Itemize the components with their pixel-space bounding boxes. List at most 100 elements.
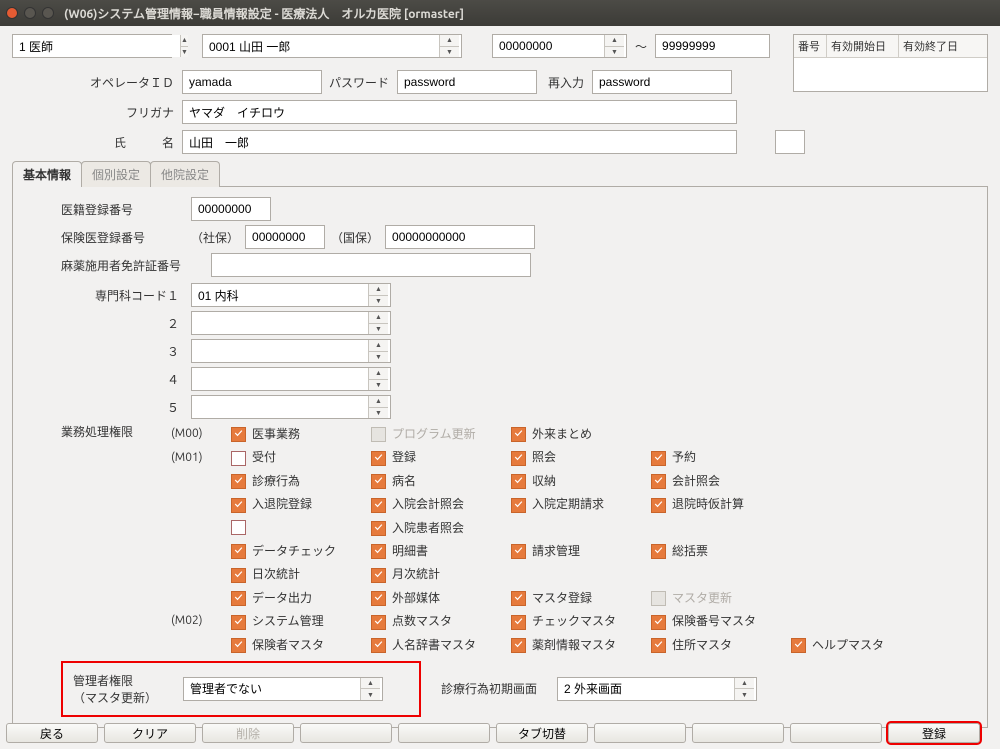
close-icon[interactable] bbox=[6, 7, 18, 19]
dept4-label: ４ bbox=[61, 371, 191, 388]
cb-byomei[interactable] bbox=[371, 474, 386, 489]
admin-l2: （マスタ更新） bbox=[73, 689, 183, 706]
admin-l1: 管理者権限 bbox=[73, 672, 183, 689]
tab-basic[interactable]: 基本情報 bbox=[12, 161, 82, 187]
cb-datacheck[interactable] bbox=[231, 544, 246, 559]
cb-gairai[interactable] bbox=[511, 427, 526, 442]
b8[interactable] bbox=[692, 723, 784, 743]
back-button[interactable]: 戻る bbox=[6, 723, 98, 743]
cb-getuji[interactable] bbox=[371, 568, 386, 583]
col-no: 番号 bbox=[794, 35, 827, 57]
minimize-icon[interactable] bbox=[24, 7, 36, 19]
perm-grid: (M00) 医事業務 プログラム更新 外来まとめ (M01) 受付 登録 照会 … bbox=[171, 425, 931, 653]
date-from-input[interactable] bbox=[493, 35, 604, 57]
cb-yoyaku[interactable] bbox=[651, 451, 666, 466]
admin-select[interactable]: ▲▼ bbox=[183, 677, 383, 701]
register-button[interactable]: 登録 bbox=[888, 723, 980, 743]
cb-shuno[interactable] bbox=[511, 474, 526, 489]
role-input[interactable] bbox=[13, 35, 180, 57]
cb-syskanri[interactable] bbox=[231, 615, 246, 630]
tab-switch-button[interactable]: タブ切替 bbox=[496, 723, 588, 743]
koku-label: （国保） bbox=[331, 229, 379, 246]
up-icon[interactable]: ▲ bbox=[440, 35, 459, 46]
history-list[interactable]: 番号 有効開始日 有効終了日 bbox=[793, 34, 988, 92]
kana-input[interactable] bbox=[182, 100, 737, 124]
cb-jinmei[interactable] bbox=[371, 638, 386, 653]
maximize-icon[interactable] bbox=[42, 7, 54, 19]
cb-nyutai[interactable] bbox=[231, 498, 246, 513]
name-input[interactable] bbox=[182, 130, 737, 154]
staff-input[interactable] bbox=[203, 35, 439, 57]
up-icon[interactable]: ▲ bbox=[605, 35, 624, 46]
cb-soukatsu[interactable] bbox=[651, 544, 666, 559]
cb-hokenban[interactable] bbox=[651, 615, 666, 630]
dept1-label: 専門科コード１ bbox=[61, 287, 191, 304]
name-label: 氏 名 bbox=[72, 134, 182, 151]
m01-label: (M01) bbox=[171, 451, 231, 464]
pw-input[interactable] bbox=[397, 70, 537, 94]
admin-input[interactable] bbox=[184, 678, 360, 700]
dept5-select[interactable]: ▲▼ bbox=[191, 395, 391, 419]
opid-label: オペレータＩＤ bbox=[72, 74, 182, 91]
dept4-select[interactable]: ▲▼ bbox=[191, 367, 391, 391]
delete-button: 削除 bbox=[202, 723, 294, 743]
cb-hokensha[interactable] bbox=[231, 638, 246, 653]
cb-meisai[interactable] bbox=[371, 544, 386, 559]
cb-shinryo[interactable] bbox=[231, 474, 246, 489]
init-select[interactable]: ▲▼ bbox=[557, 677, 757, 701]
tab-tain[interactable]: 他院設定 bbox=[150, 161, 220, 187]
staff-select[interactable]: ▲▼ bbox=[202, 34, 462, 58]
sha-input[interactable] bbox=[245, 225, 325, 249]
cb-touroku[interactable] bbox=[371, 451, 386, 466]
cb-taikari[interactable] bbox=[651, 498, 666, 513]
clear-button[interactable]: クリア bbox=[104, 723, 196, 743]
down-icon[interactable]: ▼ bbox=[181, 46, 188, 58]
iseki-input[interactable] bbox=[191, 197, 271, 221]
b7[interactable] bbox=[594, 723, 686, 743]
cb-blank[interactable] bbox=[231, 520, 246, 535]
down-icon[interactable]: ▼ bbox=[440, 46, 459, 58]
tabs: 基本情報 個別設定 他院設定 bbox=[12, 160, 988, 187]
m02-label: (M02) bbox=[171, 614, 231, 627]
b4[interactable] bbox=[300, 723, 392, 743]
pw2-input[interactable] bbox=[592, 70, 732, 94]
cb-tensu[interactable] bbox=[371, 615, 386, 630]
b5[interactable] bbox=[398, 723, 490, 743]
date-from[interactable]: ▲▼ bbox=[492, 34, 627, 58]
mayaku-input[interactable] bbox=[211, 253, 531, 277]
dept2-select[interactable]: ▲▼ bbox=[191, 311, 391, 335]
cb-shokai[interactable] bbox=[511, 451, 526, 466]
cb-check[interactable] bbox=[511, 615, 526, 630]
cb-gaibu[interactable] bbox=[371, 591, 386, 606]
dept1-select[interactable]: ▲▼ bbox=[191, 283, 391, 307]
up-icon[interactable]: ▲ bbox=[181, 35, 188, 46]
koku-input[interactable] bbox=[385, 225, 535, 249]
role-select[interactable]: ▲▼ bbox=[12, 34, 172, 58]
cb-jusho[interactable] bbox=[651, 638, 666, 653]
cb-prog bbox=[371, 427, 386, 442]
cb-uketsuke[interactable] bbox=[231, 451, 246, 466]
m00-label: (M00) bbox=[171, 427, 231, 440]
dept3-label: ３ bbox=[61, 343, 191, 360]
cb-nyukaikei[interactable] bbox=[371, 498, 386, 513]
cb-kaikei[interactable] bbox=[651, 474, 666, 489]
b9[interactable] bbox=[790, 723, 882, 743]
down-icon[interactable]: ▼ bbox=[605, 46, 624, 58]
cb-nyuteiki[interactable] bbox=[511, 498, 526, 513]
cb-nyukanja[interactable] bbox=[371, 521, 386, 536]
dept3-select[interactable]: ▲▼ bbox=[191, 339, 391, 363]
tab-kobetsu[interactable]: 個別設定 bbox=[81, 161, 151, 187]
cb-iji[interactable] bbox=[231, 427, 246, 442]
bottom-bar: 戻る クリア 削除 タブ切替 登録 bbox=[6, 723, 994, 743]
cb-help[interactable] bbox=[791, 638, 806, 653]
cb-seikyu[interactable] bbox=[511, 544, 526, 559]
date-to-input[interactable] bbox=[655, 34, 770, 58]
cb-nichiji[interactable] bbox=[231, 568, 246, 583]
cb-yakuzai[interactable] bbox=[511, 638, 526, 653]
opid-input[interactable] bbox=[182, 70, 322, 94]
init-input[interactable] bbox=[558, 678, 734, 700]
cb-dataout[interactable] bbox=[231, 591, 246, 606]
blank-small-input[interactable] bbox=[775, 130, 805, 154]
cb-master[interactable] bbox=[511, 591, 526, 606]
mayaku-label: 麻薬施用者免許証番号 bbox=[61, 257, 211, 274]
